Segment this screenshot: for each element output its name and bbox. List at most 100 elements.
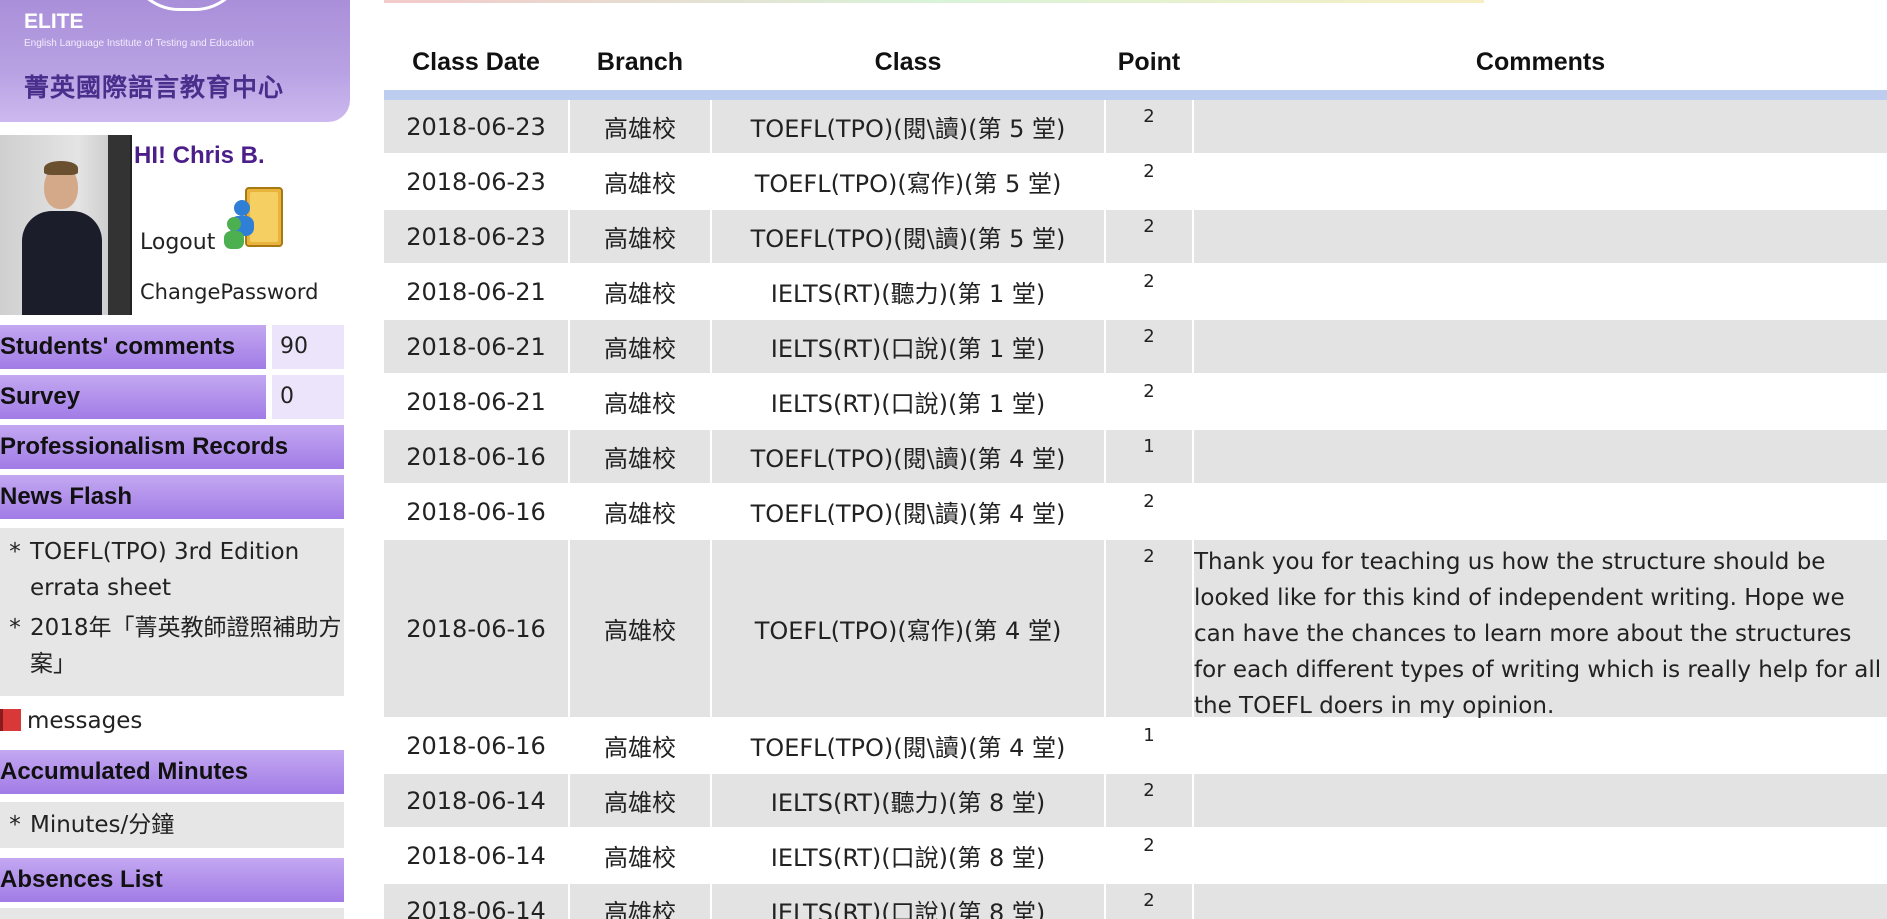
cell-class: IELTS(RT)(口說)(第 8 堂) [770, 899, 1046, 919]
cell-comment [1194, 375, 1887, 428]
cell-class: TOEFL(TPO)(閱\讀)(第 4 堂) [750, 500, 1066, 528]
cell-class: IELTS(RT)(口說)(第 1 堂) [770, 390, 1046, 418]
cell-class: IELTS(RT)(聽力)(第 8 堂) [770, 789, 1046, 817]
cell-class-date: 2018-06-23 [406, 112, 546, 141]
cell-point: 2 [1143, 326, 1155, 347]
students-comments-menu[interactable]: Students' comments [0, 325, 266, 369]
table-row: 2018-06-14 高雄校 IELTS(RT)(口說)(第 8 堂) 2 [384, 829, 1887, 882]
messages-link[interactable]: messages [0, 708, 142, 734]
table-header: Class Date Branch Class Point Comments [384, 34, 1887, 100]
header-point: Point [1117, 48, 1181, 76]
cell-comment [1194, 774, 1887, 827]
cell-comment [1194, 155, 1887, 208]
survey-menu[interactable]: Survey [0, 375, 266, 419]
cell-branch: 高雄校 [604, 280, 676, 308]
cell-class-date: 2018-06-16 [406, 731, 546, 760]
list-item[interactable]: * Minutes/分鐘 [0, 807, 344, 843]
cell-comment: Thank you for teaching us how the struct… [1194, 549, 1882, 719]
list-item[interactable]: * TOEFL(TPO) 3rd Edition errata sheet [0, 534, 344, 606]
class-records-table: Class Date Branch Class Point Comments 2… [384, 0, 1887, 919]
header-branch: Branch [596, 48, 684, 76]
cell-branch: 高雄校 [604, 500, 676, 528]
professionalism-records-menu[interactable]: Professionalism Records [0, 425, 344, 469]
table-row: 2018-06-16 高雄校 TOEFL(TPO)(閱\讀)(第 4 堂) 1 [384, 430, 1887, 483]
cell-point: 2 [1143, 271, 1155, 292]
cell-branch: 高雄校 [604, 115, 676, 143]
table-row: 2018-06-23 高雄校 TOEFL(TPO)(閱\讀)(第 5 堂) 2 [384, 100, 1887, 153]
logout-users-folder-icon[interactable] [224, 184, 286, 252]
logout-link[interactable]: Logout [140, 230, 215, 255]
logo-brand: ELITE [24, 10, 84, 33]
cell-branch: 高雄校 [604, 390, 676, 418]
news-item-text[interactable]: TOEFL(TPO) 3rd Edition errata sheet [30, 534, 344, 606]
cell-comment [1194, 829, 1887, 882]
cell-class: TOEFL(TPO)(閱\讀)(第 5 堂) [750, 225, 1066, 253]
cell-comment [1194, 100, 1887, 153]
cell-comment [1194, 719, 1887, 772]
profile-photo [0, 135, 132, 315]
table-row: 2018-06-23 高雄校 TOEFL(TPO)(寫作)(第 5 堂) 2 [384, 155, 1887, 208]
table-row: 2018-06-16 高雄校 TOEFL(TPO)(寫作)(第 4 堂) 2 Thank… [384, 540, 1887, 719]
cell-branch: 高雄校 [604, 734, 676, 762]
cell-class: IELTS(RT)(口說)(第 1 堂) [770, 335, 1046, 363]
cell-point: 2 [1143, 216, 1155, 237]
cell-class: TOEFL(TPO)(閱\讀)(第 4 堂) [750, 734, 1066, 762]
cell-point: 2 [1143, 381, 1155, 402]
cell-branch: 高雄校 [604, 335, 676, 363]
cell-branch: 高雄校 [604, 844, 676, 872]
cell-class-date: 2018-06-21 [406, 387, 546, 416]
cell-class-date: 2018-06-14 [406, 841, 546, 870]
logo-tagline: English Language Institute of Testing an… [24, 38, 254, 49]
cell-branch: 高雄校 [604, 617, 676, 645]
cell-class-date: 2018-06-16 [406, 442, 546, 471]
cell-class: TOEFL(TPO)(閱\讀)(第 4 堂) [750, 445, 1066, 473]
cell-branch: 高雄校 [604, 170, 676, 198]
survey-count: 0 [272, 375, 344, 419]
table-row: 2018-06-21 高雄校 IELTS(RT)(聽力)(第 1 堂) 2 [384, 265, 1887, 318]
accumulated-minutes-list: * Minutes/分鐘 [0, 802, 344, 848]
cell-comment [1194, 430, 1887, 483]
cell-point: 1 [1143, 725, 1155, 746]
cell-point: 2 [1143, 835, 1155, 856]
table-row: 2018-06-16 高雄校 TOEFL(TPO)(閱\讀)(第 4 堂) 1 [384, 719, 1887, 772]
table-row: 2018-06-23 高雄校 TOEFL(TPO)(閱\讀)(第 5 堂) 2 [384, 210, 1887, 263]
cell-point: 2 [1143, 890, 1155, 911]
cell-class: TOEFL(TPO)(閱\讀)(第 5 堂) [750, 115, 1066, 143]
students-comments-count: 90 [272, 325, 344, 369]
news-item-text[interactable]: 2018年「菁英教師證照補助方案」 [30, 610, 344, 682]
minutes-item-text[interactable]: Minutes/分鐘 [30, 807, 174, 843]
cell-branch: 高雄校 [604, 225, 676, 253]
header-comments: Comments [1475, 48, 1606, 76]
list-item[interactable]: * 2018年「菁英教師證照補助方案」 [0, 610, 344, 682]
red-flag-icon [0, 709, 21, 731]
absences-list-menu[interactable]: Absences List [0, 858, 344, 902]
accumulated-minutes-menu[interactable]: Accumulated Minutes [0, 750, 344, 794]
table-row: 2018-06-14 高雄校 IELTS(RT)(口說)(第 8 堂) 2 [384, 884, 1887, 919]
cell-class: TOEFL(TPO)(寫作)(第 4 堂) [754, 617, 1062, 645]
cell-class-date: 2018-06-21 [406, 277, 546, 306]
cell-point: 2 [1143, 780, 1155, 801]
elite-logo[interactable]: ELITE English Language Institute of Test… [0, 0, 350, 122]
cell-point: 2 [1143, 106, 1155, 127]
cell-class-date: 2018-06-14 [406, 786, 546, 815]
header-class: Class [874, 48, 942, 76]
messages-label: messages [27, 708, 143, 734]
header-class-date: Class Date [412, 48, 540, 76]
news-flash-list: * TOEFL(TPO) 3rd Edition errata sheet * … [0, 528, 344, 696]
sidebar: ELITE English Language Institute of Test… [0, 0, 350, 919]
cell-comment [1194, 320, 1887, 373]
cell-comment [1194, 210, 1887, 263]
cell-branch: 高雄校 [604, 445, 676, 473]
greeting: HI! Chris B. [134, 142, 265, 169]
news-flash-menu[interactable]: News Flash [0, 475, 344, 519]
cell-class: TOEFL(TPO)(寫作)(第 5 堂) [754, 170, 1062, 198]
cell-point: 2 [1143, 491, 1155, 512]
cell-class-date: 2018-06-21 [406, 332, 546, 361]
cell-class-date: 2018-06-23 [406, 167, 546, 196]
change-password-link[interactable]: ChangePassword [140, 280, 319, 304]
cell-comment [1194, 884, 1887, 919]
table-row: 2018-06-14 高雄校 IELTS(RT)(聽力)(第 8 堂) 2 [384, 774, 1887, 827]
cell-branch: 高雄校 [604, 789, 676, 817]
cell-comment [1194, 485, 1887, 538]
cell-class-date: 2018-06-16 [406, 614, 546, 643]
